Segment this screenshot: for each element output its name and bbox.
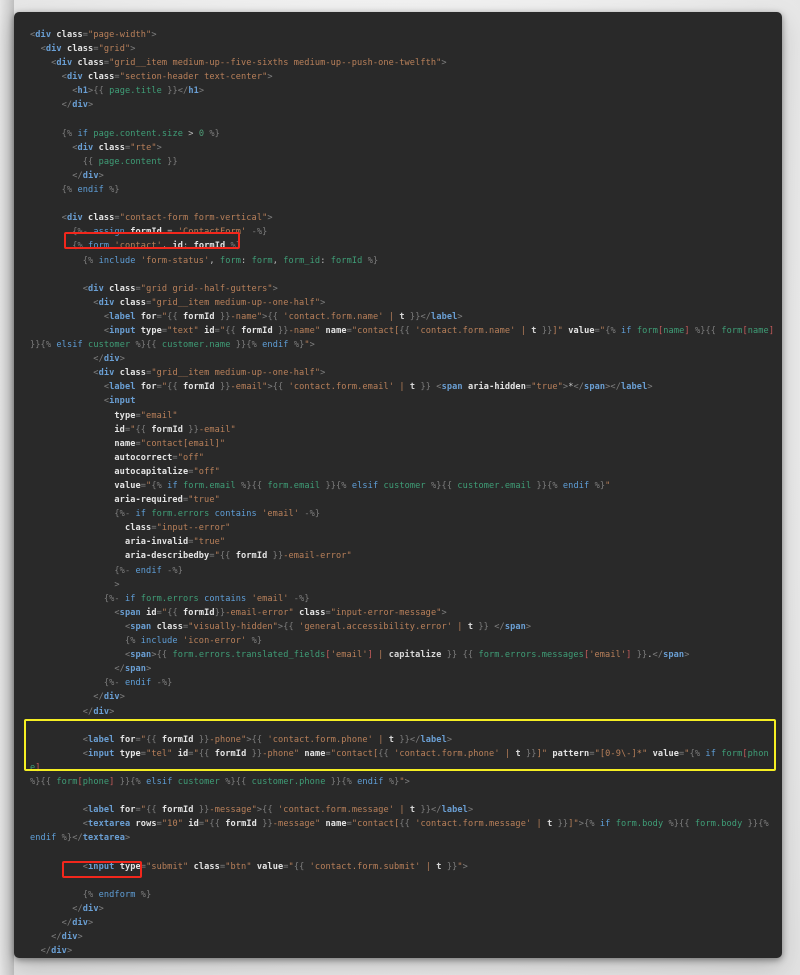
code-block[interactable]: <div class="page-width"> <div class="gri… [30, 28, 776, 958]
code-scroll-area[interactable]: <div class="page-width"> <div class="gri… [14, 12, 782, 958]
code-panel: <div class="page-width"> <div class="gri… [14, 12, 782, 958]
page-left-edge [0, 0, 14, 975]
screenshot-root: <div class="page-width"> <div class="gri… [0, 0, 800, 975]
